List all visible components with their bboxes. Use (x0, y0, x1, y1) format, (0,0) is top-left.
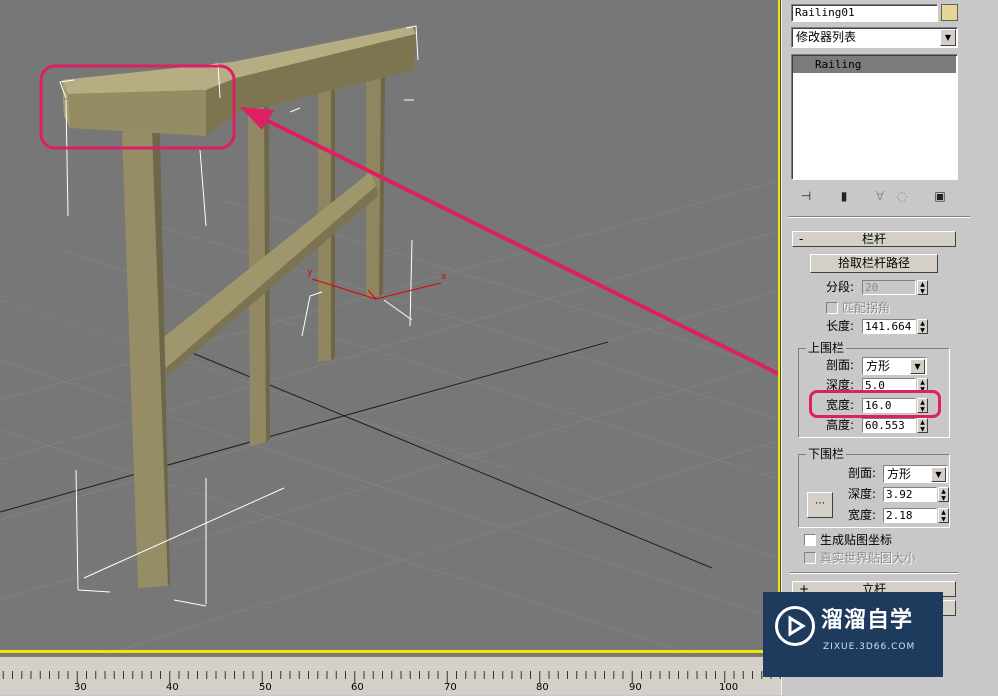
divider (790, 572, 958, 574)
ruler-label: 30 (74, 682, 87, 693)
length-spinner[interactable]: ▲ ▼ (917, 319, 928, 334)
pin-stack-icon[interactable]: ⊣ (796, 186, 816, 206)
object-color-swatch[interactable] (941, 4, 958, 21)
top-rail-height-field[interactable]: 60.553 (862, 418, 916, 433)
remove-modifier-icon[interactable]: ◌ (892, 186, 912, 206)
lower-rail-profile-value: 方形 (887, 467, 912, 481)
rollout-collapse-sign: - (799, 232, 804, 246)
segments-spinner[interactable]: ▲ ▼ (917, 280, 928, 295)
world-axis-lines (0, 341, 713, 569)
configure-sets-icon[interactable]: ▣ (930, 186, 950, 206)
object-name-field[interactable]: Railing01 (791, 4, 938, 22)
watermark-url: ZIXUE.3D66.COM (823, 642, 916, 652)
top-rail-height-spinner[interactable]: ▲ ▼ (917, 418, 928, 433)
ruler-label: 50 (259, 682, 272, 693)
lower-rail-depth-field[interactable]: 3.92 (883, 487, 937, 502)
modifier-list-label: 修改器列表 (796, 30, 857, 44)
divider (788, 216, 970, 218)
length-label: 长度: (826, 319, 855, 333)
lower-rail-profile-label: 剖面: (848, 466, 877, 480)
railing-rollout-header[interactable]: - 栏杆 (792, 231, 956, 247)
top-rail-height-label: 高度: (826, 418, 855, 432)
top-rail-profile-value: 方形 (866, 359, 891, 373)
stack-item-railing[interactable]: Railing (793, 56, 956, 73)
rollout-title: 栏杆 (861, 232, 886, 246)
top-rail-profile-label: 剖面: (826, 358, 855, 372)
ruler-label: 80 (536, 682, 549, 693)
perspective-viewport[interactable]: y x (0, 0, 781, 656)
ruler-label: 90 (629, 682, 642, 693)
ruler-label: 60 (351, 682, 364, 693)
lower-rail-width-label: 宽度: (848, 508, 877, 522)
lower-rail-depth-spinner[interactable]: ▲ ▼ (938, 487, 949, 502)
lower-rail-profile-dropdown[interactable]: 方形 ▼ (883, 465, 948, 483)
chevron-down-icon: ▼ (940, 29, 956, 46)
ruler-label: 100 (719, 682, 739, 693)
make-unique-icon[interactable]: ∀ (870, 186, 890, 206)
lower-rail-width-field[interactable]: 2.18 (883, 508, 937, 523)
segments-field[interactable]: 20 (862, 280, 916, 295)
chevron-down-icon: ▼ (910, 359, 925, 374)
lower-rails-group-title: 下围栏 (806, 447, 847, 461)
chevron-down-icon: ▼ (931, 467, 946, 482)
highlight-width-field (809, 390, 941, 418)
ruler-ticks (2, 671, 781, 683)
ruler-label: 70 (444, 682, 457, 693)
modifier-stack[interactable]: Railing (791, 54, 958, 180)
respect-corners-checkbox[interactable] (826, 302, 838, 314)
command-panel: Railing01 修改器列表 ▼ Railing ⊣ ▮ ∀ ◌ ▣ - 栏杆… (781, 0, 998, 695)
real-world-map-size-checkbox[interactable] (804, 552, 816, 564)
respect-corners-label: 匹配拐角 (842, 301, 891, 315)
lower-rail-depth-label: 深度: (848, 487, 877, 501)
active-viewport-frame-bottom (0, 650, 780, 653)
show-end-result-icon[interactable]: ▮ (834, 186, 854, 206)
top-rail-group-title: 上围栏 (806, 341, 847, 355)
watermark: 溜溜自学 ZIXUE.3D66.COM (763, 592, 943, 677)
top-rail-profile-dropdown[interactable]: 方形 ▼ (862, 357, 927, 375)
axis-y-label: y (307, 268, 313, 278)
length-field[interactable]: 141.664 (862, 319, 916, 334)
lower-rail-width-spinner[interactable]: ▲ ▼ (938, 508, 949, 523)
pick-railing-path-button[interactable]: 拾取栏杆路径 (810, 254, 938, 273)
generate-mapping-coords-checkbox[interactable] (804, 534, 816, 546)
play-logo-icon (775, 606, 815, 646)
modifier-list-dropdown[interactable]: 修改器列表 ▼ (791, 27, 958, 48)
watermark-title: 溜溜自学 (821, 608, 914, 633)
spacing-tool-icon: ⋯ (815, 498, 825, 509)
segments-label: 分段: (826, 280, 855, 294)
ground-grid (0, 179, 780, 656)
railing-model[interactable] (62, 26, 416, 588)
lower-rail-spacing-button[interactable]: ⋯ (807, 492, 833, 518)
axis-x-label: x (441, 272, 447, 282)
real-world-map-size-label: 真实世界贴图大小 (820, 551, 917, 565)
timeline-ruler[interactable]: 30 40 50 60 70 80 90 100 (0, 656, 790, 695)
ruler-label: 40 (166, 682, 179, 693)
scene-render: y x (0, 25, 780, 656)
generate-mapping-coords-label: 生成贴图坐标 (820, 533, 893, 547)
